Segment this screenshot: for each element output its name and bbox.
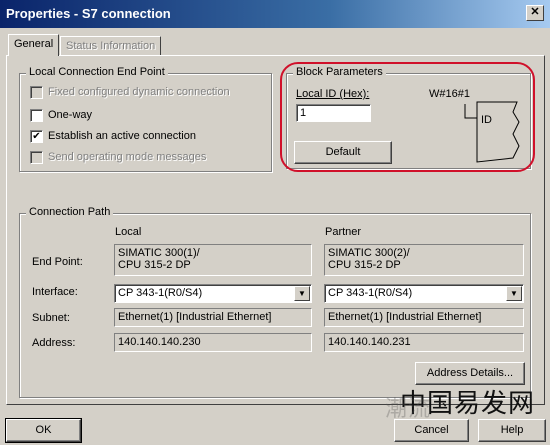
help-label: Help: [500, 424, 524, 436]
interface-label: Interface:: [32, 286, 78, 298]
title-bar: Properties - S7 connection ✕: [0, 0, 550, 28]
address-details-button[interactable]: Address Details...: [415, 362, 525, 385]
local-interface-value: CP 343-1(R0/S4): [118, 287, 203, 299]
local-interface-select[interactable]: CP 343-1(R0/S4) ▼: [114, 284, 312, 303]
col-partner-label: Partner: [325, 226, 362, 238]
tab-status-information[interactable]: Status Information: [60, 36, 162, 56]
send-mode-messages-checkbox[interactable]: Send operating mode messages: [30, 149, 206, 165]
local-subnet-field: Ethernet(1) [Industrial Ethernet]: [114, 308, 312, 327]
checkbox-box: [30, 85, 43, 99]
checkbox-label: One-way: [48, 109, 93, 121]
local-end-point-line1: SIMATIC 300(1)/: [118, 247, 200, 259]
active-connection-checkbox[interactable]: ✔ Establish an active connection: [30, 128, 196, 144]
highlight-annotation: [280, 62, 535, 172]
partner-interface-value: CP 343-1(R0/S4): [328, 287, 413, 299]
partner-interface-select[interactable]: CP 343-1(R0/S4) ▼: [324, 284, 524, 303]
chevron-down-icon[interactable]: ▼: [294, 286, 310, 301]
local-address-field: 140.140.140.230: [114, 333, 312, 352]
subnet-label: Subnet:: [32, 312, 70, 324]
col-local-label: Local: [115, 226, 142, 238]
fixed-dynamic-checkbox[interactable]: Fixed configured dynamic connection: [30, 84, 230, 100]
ok-button[interactable]: OK: [5, 418, 82, 443]
checkbox-label: Establish an active connection: [48, 130, 196, 142]
tab-general[interactable]: General: [8, 34, 60, 56]
partner-subnet-field: Ethernet(1) [Industrial Ethernet]: [324, 308, 524, 327]
local-endpoint-legend: Local Connection End Point: [26, 66, 168, 78]
chevron-down-icon[interactable]: ▼: [506, 286, 522, 301]
local-end-point-line2: CPU 315-2 DP: [118, 259, 191, 271]
partner-address-field: 140.140.140.231: [324, 333, 524, 352]
checkbox-label: Send operating mode messages: [48, 151, 207, 163]
local-end-point-field: SIMATIC 300(1)/ CPU 315-2 DP: [114, 244, 312, 276]
partner-end-point-line1: SIMATIC 300(2)/: [328, 247, 410, 259]
checkmark-icon: ✔: [30, 129, 43, 143]
help-button[interactable]: Help: [478, 419, 546, 442]
checkbox-box: [30, 150, 43, 164]
end-point-label: End Point:: [32, 256, 83, 268]
watermark: 潮流 中国易发网: [385, 383, 535, 422]
address-label: Address:: [32, 337, 76, 349]
window-title: Properties - S7 connection: [6, 6, 171, 21]
watermark-ghost: 潮流: [385, 397, 432, 422]
checkbox-box: [30, 108, 43, 122]
ok-label: OK: [35, 424, 52, 436]
partner-end-point-field: SIMATIC 300(2)/ CPU 315-2 DP: [324, 244, 524, 276]
checkbox-label: Fixed configured dynamic connection: [48, 86, 230, 98]
cancel-label: Cancel: [414, 424, 449, 436]
one-way-checkbox[interactable]: One-way: [30, 107, 92, 123]
partner-end-point-line2: CPU 315-2 DP: [328, 259, 401, 271]
close-icon[interactable]: ✕: [526, 5, 544, 21]
address-details-label: Address Details...: [426, 367, 514, 379]
connection-path-legend: Connection Path: [26, 206, 114, 218]
